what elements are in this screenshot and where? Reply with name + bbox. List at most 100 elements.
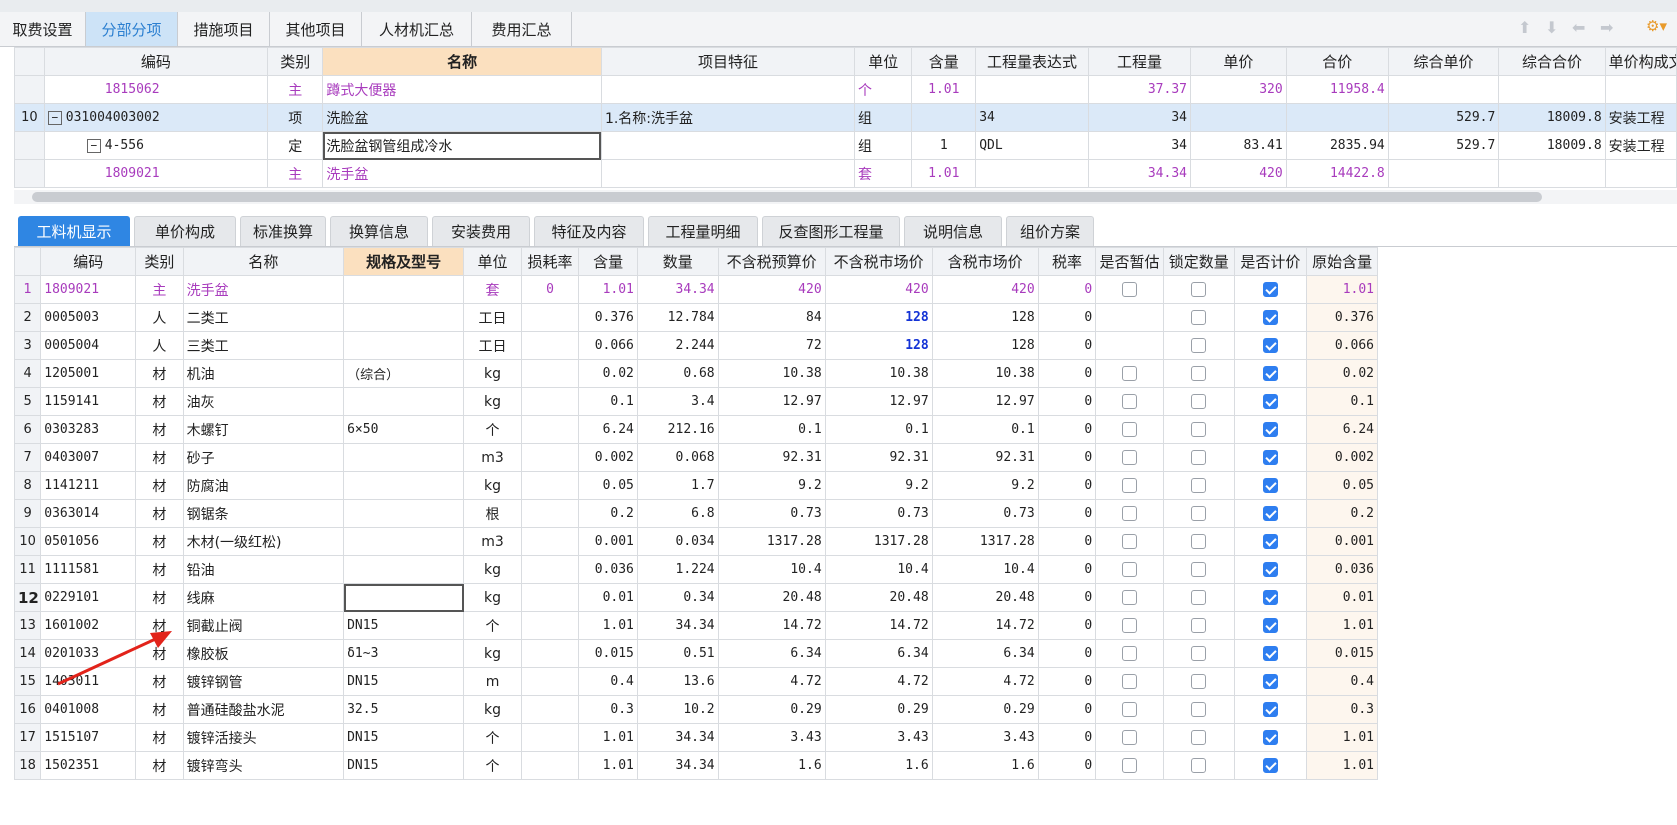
cell-utotal[interactable] [1498, 159, 1606, 188]
cell-budget[interactable]: 20.48 [717, 583, 826, 612]
cell-budget[interactable]: 4.72 [717, 667, 826, 696]
cell-priced[interactable] [1233, 527, 1308, 556]
material-row[interactable]: 10 0501056 材木材(一级红松) m3 0.001 0.034 1317.28 131… [13, 527, 1378, 556]
cell-utotal[interactable] [1498, 75, 1606, 104]
cell-spec[interactable] [343, 499, 465, 528]
cell-spec[interactable] [343, 331, 465, 360]
cell-unit[interactable]: 个 [853, 75, 913, 104]
material-row[interactable]: 14 0201033 材橡胶板 δ1~3 kg 0.015 0.51 6.34 6.34 6.34… [13, 639, 1378, 668]
cell-loss[interactable] [520, 723, 580, 752]
cell-priced[interactable] [1233, 583, 1308, 612]
cell-spec[interactable]: DN15 [343, 723, 465, 752]
cell-total[interactable]: 14422.8 [1285, 159, 1389, 188]
priced-checkbox[interactable] [1262, 534, 1278, 549]
cell-orig[interactable]: 0.2 [1306, 499, 1378, 528]
cell-priced[interactable] [1233, 695, 1308, 724]
priced-checkbox[interactable] [1262, 702, 1278, 717]
cell-unit[interactable]: kg [463, 555, 522, 584]
cell-content[interactable]: 0.015 [578, 639, 638, 668]
cell-type[interactable]: 主 [267, 159, 324, 188]
material-header-14[interactable]: 是否计价 [1233, 247, 1308, 276]
cell-price[interactable]: 83.41 [1189, 131, 1287, 160]
lock-checkbox[interactable] [1191, 478, 1207, 493]
top-header-11[interactable]: 综合合价 [1498, 47, 1606, 76]
cell-budget[interactable]: 420 [717, 275, 826, 304]
sub-tab-9[interactable]: 组价方案 [1006, 216, 1094, 246]
cell-feature[interactable] [600, 159, 856, 188]
cell-estimate[interactable] [1095, 667, 1164, 696]
priced-checkbox[interactable] [1262, 282, 1278, 297]
sub-tab-6[interactable]: 工程量明细 [648, 216, 758, 246]
cell-budget[interactable]: 6.34 [717, 639, 826, 668]
cell-unit[interactable]: 根 [463, 499, 522, 528]
cell-priced[interactable] [1233, 667, 1308, 696]
cell-code[interactable]: 1111581 [40, 555, 137, 584]
top-header-3[interactable]: 项目特征 [600, 47, 856, 76]
cell-spec[interactable]: δ1~3 [343, 639, 465, 668]
cell-unit[interactable]: kg [463, 639, 522, 668]
material-header-0[interactable]: 编码 [40, 247, 137, 276]
cell-content[interactable]: 6.24 [578, 415, 638, 444]
cell-unit[interactable]: 工日 [463, 303, 522, 332]
move-down-icon[interactable]: ⬇ [1545, 18, 1558, 37]
material-row[interactable]: 17 1515107 材镀锌活接头 DN15 个 1.01 34.34 3.43 3.43 3.4… [13, 723, 1378, 752]
cell-type[interactable]: 材 [135, 751, 184, 780]
material-header-12[interactable]: 是否暂估 [1095, 247, 1164, 276]
cell-unit[interactable]: kg [463, 583, 522, 612]
cell-budget[interactable]: 92.31 [717, 443, 826, 472]
cell-code[interactable]: 0401008 [40, 695, 137, 724]
cell-orig[interactable]: 0.066 [1306, 331, 1378, 360]
cell-spec[interactable] [343, 471, 465, 500]
cell-content[interactable]: 0.4 [578, 667, 638, 696]
cell-tax[interactable]: 0 [1037, 527, 1097, 556]
cell-code[interactable]: 0005004 [40, 331, 137, 360]
cell-orig[interactable]: 0.01 [1306, 583, 1378, 612]
cell-priced[interactable] [1233, 611, 1308, 640]
sub-tab-0[interactable]: 工料机显示 [18, 216, 130, 246]
estimate-checkbox[interactable] [1122, 366, 1138, 381]
cell-market[interactable]: 0.29 [824, 695, 933, 724]
priced-checkbox[interactable] [1262, 310, 1278, 325]
cell-spec[interactable] [343, 583, 465, 612]
cell-lock[interactable] [1162, 415, 1235, 444]
cell-tax[interactable]: 0 [1037, 555, 1097, 584]
cell-qty[interactable]: 37.37 [1087, 75, 1191, 104]
cell-name[interactable]: 防腐油 [182, 471, 345, 500]
lock-checkbox[interactable] [1191, 674, 1207, 689]
cell-priced[interactable] [1233, 387, 1308, 416]
main-tab-3[interactable]: 其他项目 [270, 12, 362, 46]
estimate-checkbox[interactable] [1122, 534, 1138, 549]
cell-lock[interactable] [1162, 555, 1235, 584]
cell-priced[interactable] [1233, 303, 1308, 332]
material-header-6[interactable]: 含量 [578, 247, 638, 276]
cell-loss[interactable] [520, 751, 580, 780]
cell-spec[interactable] [343, 443, 465, 472]
cell-priced[interactable] [1233, 471, 1308, 500]
cell-type[interactable]: 人 [135, 331, 184, 360]
cell-expr[interactable]: QDL [975, 131, 1089, 160]
cell-name[interactable]: 洗手盆 [182, 275, 345, 304]
sub-tab-7[interactable]: 反查图形工程量 [762, 216, 900, 246]
cell-uprice[interactable]: 529.7 [1387, 103, 1500, 132]
cell-priced[interactable] [1233, 499, 1308, 528]
cell-estimate[interactable] [1095, 583, 1164, 612]
cell-expr[interactable] [975, 159, 1089, 188]
cell-unit[interactable]: kg [463, 695, 522, 724]
cell-spec[interactable]: DN15 [343, 667, 465, 696]
cell-qty[interactable]: 34.34 [636, 611, 719, 640]
priced-checkbox[interactable] [1262, 730, 1278, 745]
priced-checkbox[interactable] [1262, 674, 1278, 689]
cell-qty[interactable]: 13.6 [636, 667, 719, 696]
cell-code[interactable]: 0229101 [40, 583, 137, 612]
cell-loss[interactable] [520, 359, 580, 388]
cell-unit[interactable]: 工日 [463, 331, 522, 360]
cell-spec[interactable]: DN15 [343, 751, 465, 780]
cell-tax[interactable]: 0 [1037, 471, 1097, 500]
cell-name[interactable]: 镀锌活接头 [182, 723, 345, 752]
cell-loss[interactable] [520, 387, 580, 416]
cell-unit[interactable]: 组 [853, 131, 913, 160]
priced-checkbox[interactable] [1262, 618, 1278, 633]
cell-name[interactable]: 砂子 [182, 443, 345, 472]
cell-content[interactable]: 0.3 [578, 695, 638, 724]
cell-unit[interactable]: 组 [853, 103, 913, 132]
